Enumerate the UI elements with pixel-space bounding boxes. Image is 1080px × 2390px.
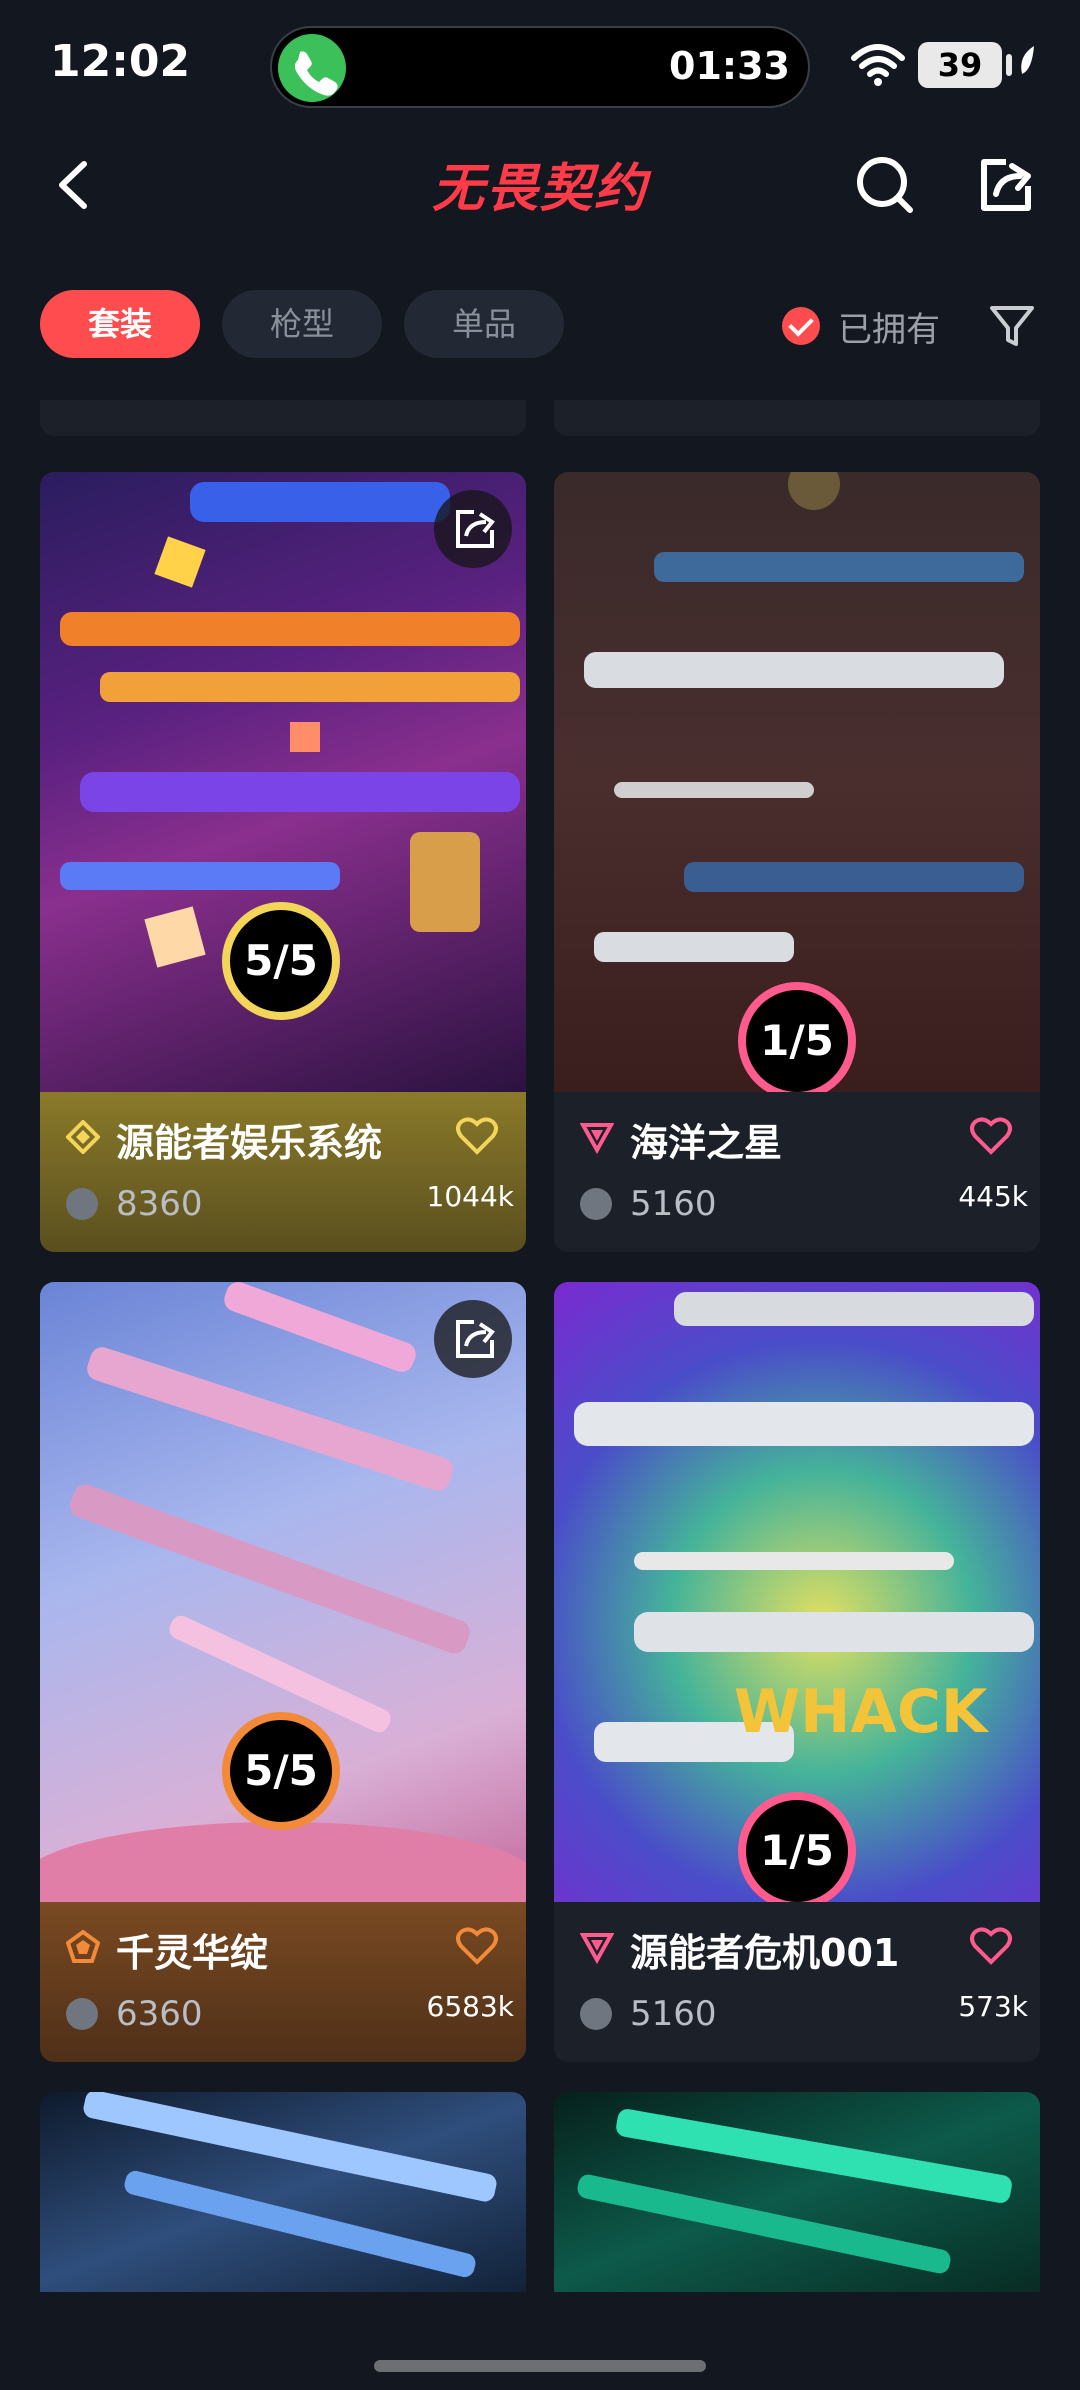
- owned-label: 已拥有: [838, 309, 940, 350]
- collection-progress-badge: 5/5: [222, 1712, 340, 1830]
- skin-price: 6360: [116, 1994, 203, 2034]
- collection-progress-badge: 1/5: [738, 982, 856, 1100]
- skin-image: WHACK 1/5: [554, 1282, 1040, 1910]
- status-bar: 12:02 01:33 39: [0, 0, 1080, 130]
- skin-name: 源能者危机001: [630, 1931, 900, 1975]
- search-button[interactable]: [850, 150, 920, 220]
- skin-price: 5160: [630, 1184, 717, 1224]
- search-icon: [857, 157, 913, 213]
- wifi-icon: [851, 44, 905, 86]
- skin-image: 1/5: [554, 472, 1040, 1100]
- skin-info: 千灵华绽 6360 6583k: [40, 1902, 526, 2062]
- svg-text:WHACK: WHACK: [734, 1677, 990, 1747]
- skin-image: 5/5: [40, 1282, 526, 1942]
- skin-likes: 573k: [958, 1990, 1028, 2023]
- skin-image: 5/5: [40, 472, 526, 1092]
- tab-suits[interactable]: 套装: [40, 290, 200, 358]
- phone-call-icon: [278, 34, 346, 102]
- skin-name: 千灵华绽: [116, 1931, 269, 1975]
- coin-icon: [66, 1188, 98, 1220]
- filter-button[interactable]: [984, 298, 1040, 354]
- skin-card-partial[interactable]: [554, 2092, 1040, 2292]
- coin-icon: [580, 1998, 612, 2030]
- share-skin-button[interactable]: [434, 490, 512, 568]
- call-timer: 01:33: [669, 44, 790, 88]
- card-partial-top-left[interactable]: [40, 400, 526, 436]
- tier-triangle-icon: [580, 1933, 614, 1964]
- skin-name: 海洋之星: [630, 1121, 783, 1165]
- status-time: 12:02: [50, 36, 191, 87]
- filter-bar: 套装 枪型 单品 已拥有: [40, 290, 1040, 362]
- share-icon: [981, 159, 1031, 211]
- skin-card-partial[interactable]: [40, 2090, 526, 2292]
- skin-likes: 445k: [958, 1180, 1028, 1213]
- share-icon: [456, 510, 495, 548]
- skin-card[interactable]: 5/5 千灵华绽 6360 6583k: [40, 1282, 526, 2062]
- check-icon: [782, 307, 820, 345]
- coin-icon: [66, 1998, 98, 2030]
- collection-progress-badge: 1/5: [738, 1792, 856, 1910]
- power-saving-icon: [1021, 46, 1034, 74]
- owned-toggle[interactable]: 已拥有: [782, 300, 940, 352]
- skin-card[interactable]: WHACK 1/5 源能者危机001 5160 573k: [554, 1282, 1040, 2062]
- skin-info: 源能者娱乐系统 8360 1044k: [40, 1092, 526, 1252]
- tier-triangle-icon: [580, 1123, 614, 1154]
- share-icon: [456, 1320, 495, 1358]
- heart-icon[interactable]: [456, 1116, 498, 1156]
- tab-gun-type[interactable]: 枪型: [222, 290, 382, 358]
- heart-icon[interactable]: [456, 1926, 498, 1966]
- battery-indicator: 39: [918, 42, 1012, 88]
- skin-card[interactable]: 1/5 海洋之星 5160 445k: [554, 472, 1040, 1252]
- skin-price: 5160: [630, 1994, 717, 2034]
- weapons-illustration: [577, 2109, 1012, 2274]
- heart-icon[interactable]: [970, 1116, 1012, 1156]
- skin-info: 海洋之星 5160 445k: [554, 1092, 1040, 1252]
- skin-likes: 1044k: [426, 1180, 514, 1213]
- skin-price: 8360: [116, 1184, 203, 1224]
- skin-info: 源能者危机001 5160 573k: [554, 1902, 1040, 2062]
- home-indicator[interactable]: [374, 2360, 706, 2372]
- tier-pentagon-icon: [66, 1930, 100, 1963]
- tab-single-items[interactable]: 单品: [404, 290, 564, 358]
- share-skin-button[interactable]: [434, 1300, 512, 1378]
- share-button[interactable]: [970, 150, 1040, 220]
- filter-icon: [990, 306, 1034, 346]
- coin-icon: [580, 1188, 612, 1220]
- tier-diamond-icon: [66, 1120, 100, 1154]
- heart-icon[interactable]: [970, 1926, 1012, 1966]
- app-header: 无畏契约: [0, 130, 1080, 240]
- system-icons: 39: [850, 40, 1040, 92]
- card-partial-top-right[interactable]: [554, 400, 1040, 436]
- skin-card[interactable]: 5/5 源能者娱乐系统 8360 1044k: [40, 472, 526, 1252]
- ongoing-call-pill[interactable]: 01:33: [270, 26, 810, 108]
- weapons-illustration: [83, 2090, 497, 2278]
- skin-name: 源能者娱乐系统: [116, 1121, 383, 1165]
- collection-progress-badge: 5/5: [222, 902, 340, 1020]
- skin-likes: 6583k: [426, 1990, 514, 2023]
